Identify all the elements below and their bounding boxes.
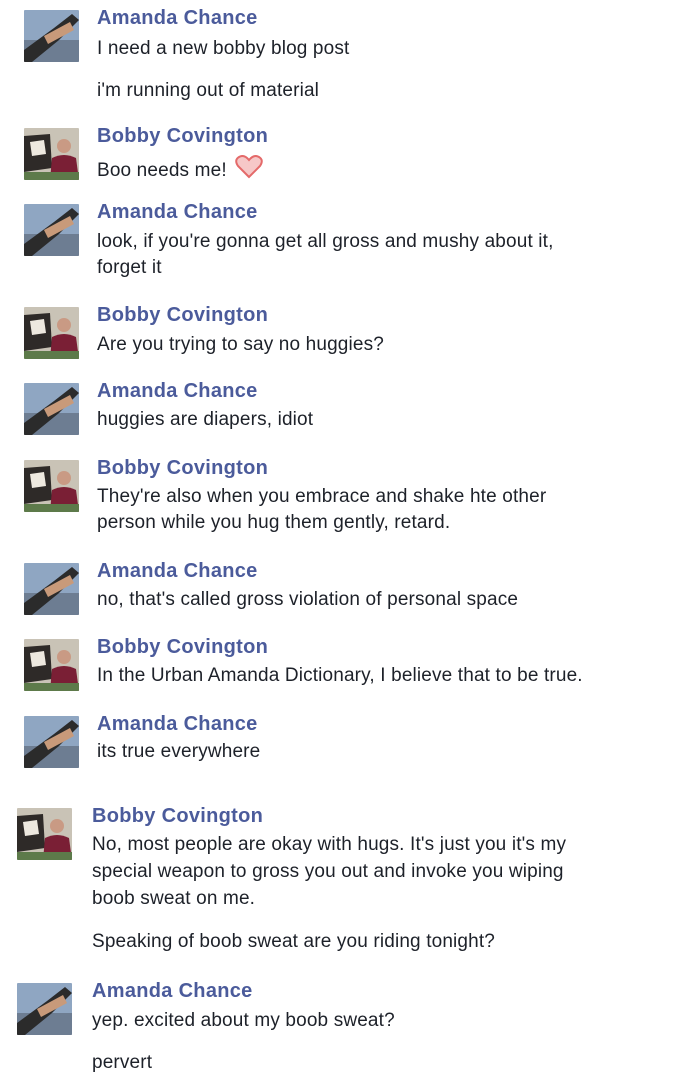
message-text: Boo needs me! [97,155,263,185]
avatar-image-amanda [24,563,79,615]
message-text: special weapon to gross you out and invo… [92,861,564,882]
avatar[interactable] [24,204,79,256]
message-text: forget it [97,257,162,278]
message-text: They're also when you embrace and shake … [97,486,547,507]
avatar-image-bobby [24,307,79,359]
avatar-image-amanda [24,204,79,256]
message-group: Bobby Covington They're also when you em… [0,454,681,539]
message-text: person while you hug them gently, retard… [97,512,451,533]
avatar-image-bobby [24,639,79,691]
message-text: boob sweat on me. [92,888,256,909]
avatar[interactable] [24,716,79,768]
sender-name[interactable]: Bobby Covington [97,304,268,327]
message-group: Bobby Covington Are you trying to say no… [0,301,681,361]
message-text: no, that's called gross violation of per… [97,589,519,610]
avatar-image-amanda [17,983,72,1035]
message-text: i'm running out of material [97,80,320,101]
message-group: Amanda Chance its true everywhere [0,710,681,770]
message-group: Bobby Covington In the Urban Amanda Dict… [0,633,681,693]
sender-name[interactable]: Bobby Covington [97,636,268,659]
sender-name[interactable]: Amanda Chance [92,980,253,1003]
avatar[interactable] [24,307,79,359]
heart-icon [235,155,263,185]
message-group: Amanda Chance yep. excited about my boob… [0,977,681,1082]
sender-name[interactable]: Bobby Covington [92,805,263,828]
message-text: Speaking of boob sweat are you riding to… [92,931,496,952]
avatar[interactable] [24,383,79,435]
sender-name[interactable]: Amanda Chance [97,560,258,583]
message-text: its true everywhere [97,741,261,762]
message-text: huggies are diapers, idiot [97,409,314,430]
message-text: I need a new bobby blog post [97,38,350,59]
avatar[interactable] [17,983,72,1035]
message-text: yep. excited about my boob sweat? [92,1010,395,1031]
sender-name[interactable]: Bobby Covington [97,125,268,148]
avatar[interactable] [24,128,79,180]
message-group: Amanda Chance look, if you're gonna get … [0,198,681,283]
sender-name[interactable]: Bobby Covington [97,457,268,480]
avatar[interactable] [17,808,72,860]
avatar[interactable] [24,563,79,615]
avatar-image-amanda [24,716,79,768]
sender-name[interactable]: Amanda Chance [97,201,258,224]
sender-name[interactable]: Amanda Chance [97,380,258,403]
avatar-image-bobby [24,128,79,180]
message-text: No, most people are okay with hugs. It's… [92,834,567,855]
sender-name[interactable]: Amanda Chance [97,7,258,30]
message-text: pervert [92,1052,153,1073]
message-text: look, if you're gonna get all gross and … [97,231,554,252]
avatar-image-bobby [17,808,72,860]
message-group: Bobby Covington Boo needs me! [0,122,681,182]
avatar[interactable] [24,10,79,62]
message-group: Amanda Chance huggies are diapers, idiot [0,377,681,437]
sender-name[interactable]: Amanda Chance [97,713,258,736]
avatar[interactable] [24,639,79,691]
message-group: Amanda Chance I need a new bobby blog po… [0,4,681,104]
avatar-image-amanda [24,383,79,435]
avatar-image-bobby [24,460,79,512]
avatar[interactable] [24,460,79,512]
message-text: In the Urban Amanda Dictionary, I believ… [97,665,583,686]
message-group: Amanda Chance no, that's called gross vi… [0,557,681,617]
message-text: Are you trying to say no huggies? [97,334,384,355]
avatar-image-amanda [24,10,79,62]
message-group: Bobby Covington No, most people are okay… [0,802,681,957]
